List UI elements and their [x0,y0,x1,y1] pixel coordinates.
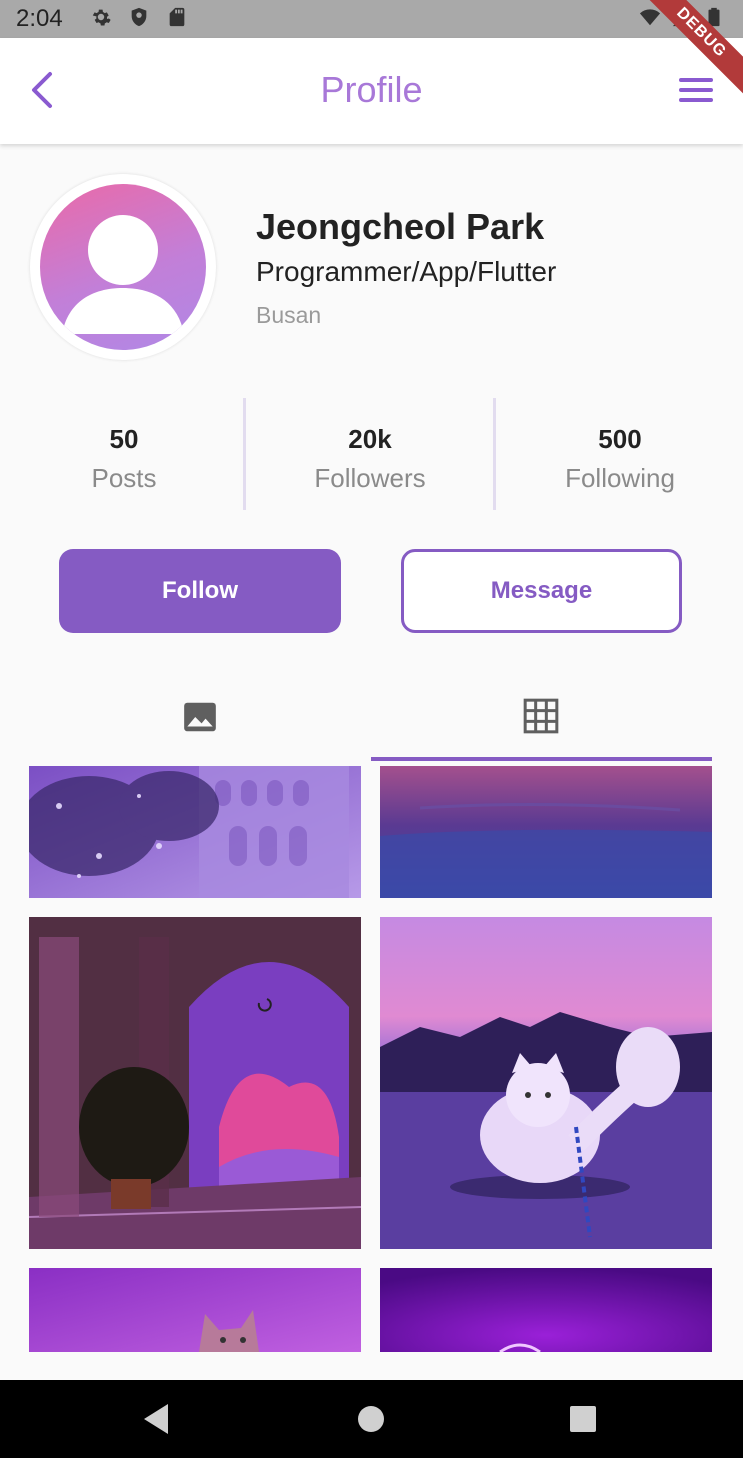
photo-colosseum [29,766,361,898]
grid-icon [523,698,559,734]
profile-location: Busan [256,302,322,328]
stat-label: Following [565,463,675,493]
grid-image[interactable] [380,766,712,898]
nav-recents-icon[interactable] [568,1404,598,1434]
photo-cat [380,917,712,1249]
photo-sea-sky [380,766,712,898]
status-bar: 2:04 [0,0,743,38]
app-bar: Profile [0,38,743,144]
settings-icon [92,9,111,26]
wifi-icon [639,9,661,26]
avatar-ring [30,174,216,360]
grid-image[interactable] [380,917,712,1249]
profile-name: Jeongcheol Park [256,206,545,247]
stat-label: Followers [314,463,426,493]
status-icons-left [90,6,188,28]
sd-card-icon [169,7,185,27]
stats-row: 50 Posts 20k Followers 500 Following [0,398,743,510]
grid-image[interactable] [380,1268,712,1352]
profile-content: Jeongcheol Park Programmer/App/Flutter B… [0,144,743,1380]
grid-image[interactable] [29,766,361,898]
nav-home-icon[interactable] [356,1404,386,1434]
stat-posts[interactable]: 50 Posts [0,398,248,510]
tab-indicator [371,757,712,761]
phone-screen: 2:04 DEBUG Profile Jeongcheol Park Progr… [0,0,743,1458]
tab-photos[interactable] [30,674,371,762]
message-button[interactable]: Message [401,549,682,633]
image-icon [184,702,216,732]
nav-back-icon[interactable] [140,1402,172,1436]
photo-neon-room [380,1268,712,1352]
content-tabs [30,674,712,762]
profile-role: Programmer/App/Flutter [256,256,557,287]
status-time: 2:04 [16,5,63,32]
avatar[interactable] [40,184,206,350]
menu-button[interactable] [679,78,713,104]
tab-grid[interactable] [371,674,712,762]
photo-archway [29,917,361,1249]
menu-icon [679,78,713,82]
follow-button[interactable]: Follow [59,549,341,633]
stat-value: 500 [598,424,642,454]
person-icon [62,215,184,334]
system-nav-bar [0,1380,743,1458]
grid-image[interactable] [29,917,361,1249]
shield-icon [131,7,147,27]
stat-value: 20k [348,424,392,454]
stat-following[interactable]: 500 Following [496,398,743,510]
page-title: Profile [320,69,423,110]
photo-kitten [29,1268,361,1352]
grid-image[interactable] [29,1268,361,1352]
stat-value: 50 [109,424,139,454]
stat-label: Posts [91,463,157,493]
stat-followers[interactable]: 20k Followers [246,398,494,510]
